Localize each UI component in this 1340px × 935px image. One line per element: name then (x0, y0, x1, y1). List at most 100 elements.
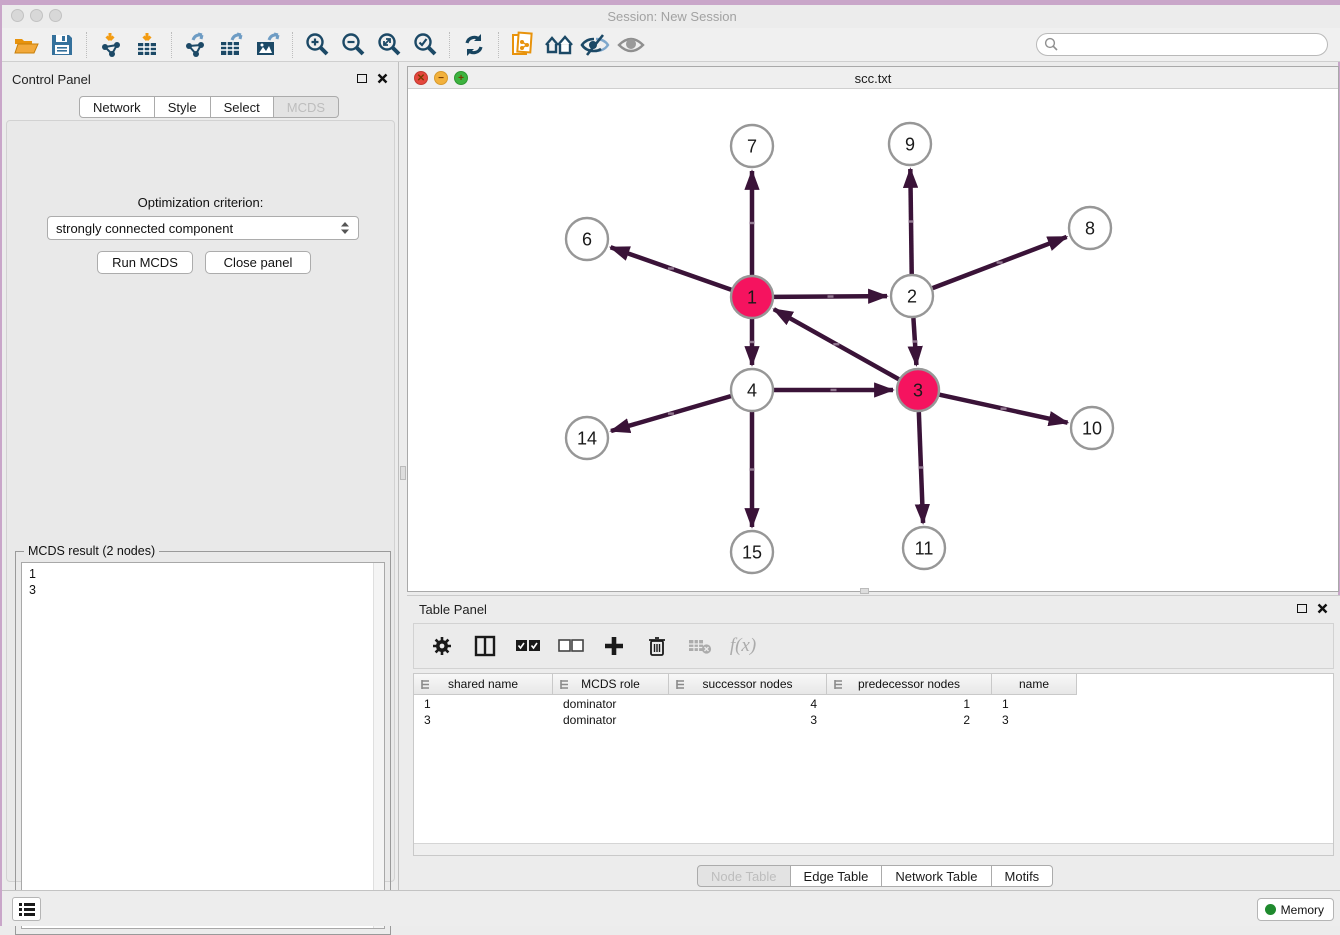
node-table[interactable]: shared name MCDS role successor nodes pr… (413, 673, 1334, 856)
delete-table-button-disabled (686, 632, 714, 660)
cell-mcds-role[interactable]: dominator (553, 696, 669, 712)
float-panel-icon[interactable] (357, 74, 367, 83)
edge-label-mark (908, 220, 914, 222)
graph-node-label-14: 14 (577, 429, 597, 449)
tab-motifs[interactable]: Motifs (992, 865, 1054, 887)
edge-label-mark (749, 341, 755, 343)
close-table-panel-icon[interactable] (1317, 603, 1328, 614)
edge-label-mark (833, 343, 839, 345)
control-panel: Control Panel Network Style Select MCDS … (2, 62, 399, 890)
show-all-button[interactable] (613, 30, 649, 60)
col-header-successor-nodes[interactable]: successor nodes (669, 674, 827, 695)
tab-style[interactable]: Style (155, 96, 211, 118)
export-image-icon (254, 32, 282, 58)
network-canvas[interactable]: 1234678910111415 (408, 89, 1338, 591)
hide-eye-slash-icon (580, 33, 610, 57)
export-network-button[interactable] (178, 30, 214, 60)
close-panel-button[interactable]: Close panel (205, 251, 311, 274)
optimization-criterion-select[interactable]: strongly connected component (47, 216, 359, 240)
cell-name[interactable]: 3 (992, 712, 1077, 728)
col-header-shared-name[interactable]: shared name (414, 674, 553, 695)
network-window-titlebar[interactable]: ✕ − + scc.txt (408, 67, 1338, 89)
toolbar-separator (86, 32, 87, 58)
deselect-all-columns-button[interactable] (557, 632, 585, 660)
export-image-button[interactable] (250, 30, 286, 60)
add-column-button[interactable] (600, 632, 628, 660)
attribute-icon (420, 679, 431, 690)
tab-network-table[interactable]: Network Table (882, 865, 991, 887)
cell-successor-nodes[interactable]: 4 (669, 696, 827, 712)
run-mcds-button[interactable]: Run MCDS (97, 251, 193, 274)
table-settings-button[interactable] (428, 632, 456, 660)
column-layout-button[interactable] (471, 632, 499, 660)
control-panel-tabs: Network Style Select MCDS (79, 96, 339, 118)
import-table-button[interactable] (129, 30, 165, 60)
graph-node-label-10: 10 (1082, 419, 1102, 439)
table-horizontal-scrollbar[interactable] (414, 843, 1333, 855)
graph-node-label-11: 11 (915, 539, 934, 559)
first-neighbors-button[interactable] (541, 30, 577, 60)
cell-mcds-role[interactable]: dominator (553, 712, 669, 728)
open-file-button[interactable] (8, 30, 44, 60)
save-session-button[interactable] (44, 30, 80, 60)
panel-resize-handle[interactable] (400, 466, 406, 480)
graph-node-label-2: 2 (907, 287, 917, 307)
search-input[interactable] (1059, 36, 1327, 54)
save-icon (50, 33, 74, 57)
memory-label: Memory (1281, 903, 1324, 917)
houses-icon (544, 33, 574, 57)
import-table-icon (134, 32, 160, 58)
tab-edge-table[interactable]: Edge Table (791, 865, 883, 887)
cell-name[interactable]: 1 (992, 696, 1077, 712)
tab-network[interactable]: Network (79, 96, 155, 118)
cell-shared-name[interactable]: 3 (414, 712, 553, 728)
memory-button[interactable]: Memory (1257, 898, 1334, 921)
zoom-fit-button[interactable] (371, 30, 407, 60)
task-history-button[interactable] (12, 897, 41, 921)
graph-edges (611, 169, 1068, 527)
table-panel-title: Table Panel (419, 602, 487, 617)
graph-node-label-6: 6 (582, 230, 592, 250)
table-row[interactable]: 1 dominator 4 1 1 (414, 696, 1077, 712)
copy-network-button[interactable] (505, 30, 541, 60)
search-box[interactable] (1036, 33, 1328, 56)
tab-select[interactable]: Select (211, 96, 274, 118)
search-icon (1044, 37, 1059, 52)
export-table-button[interactable] (214, 30, 250, 60)
zoom-selected-button[interactable] (407, 30, 443, 60)
import-network-button[interactable] (93, 30, 129, 60)
mcds-result-group: MCDS result (2 nodes) 1 3 (15, 551, 391, 935)
cell-predecessor-nodes[interactable]: 1 (827, 696, 992, 712)
zoom-in-button[interactable] (299, 30, 335, 60)
select-all-columns-button[interactable] (514, 632, 542, 660)
task-list-icon (18, 902, 36, 917)
mcds-result-area[interactable]: 1 3 (21, 562, 385, 929)
float-table-panel-icon[interactable] (1297, 604, 1307, 613)
toolbar-separator (292, 32, 293, 58)
gear-icon (431, 635, 453, 657)
split-resize-handle[interactable] (860, 588, 869, 594)
edge-label-mark (749, 222, 755, 224)
cell-predecessor-nodes[interactable]: 2 (827, 712, 992, 728)
table-row[interactable]: 3 dominator 3 2 3 (414, 712, 1077, 728)
tab-node-table[interactable]: Node Table (697, 865, 791, 887)
cell-shared-name[interactable]: 1 (414, 696, 553, 712)
zoom-out-button[interactable] (335, 30, 371, 60)
refresh-button[interactable] (456, 30, 492, 60)
edge-label-mark (918, 466, 924, 468)
col-header-mcds-role[interactable]: MCDS role (553, 674, 669, 695)
hide-selected-button[interactable] (577, 30, 613, 60)
network-view-window: ✕ − + scc.txt 1234678910111415 (407, 66, 1339, 592)
fx-icon: f(x) (730, 635, 756, 657)
attribute-icon (675, 679, 686, 690)
col-header-name[interactable]: name (992, 674, 1077, 695)
mcds-result-values: 1 3 (22, 563, 384, 598)
result-scrollbar[interactable] (373, 563, 384, 928)
cell-successor-nodes[interactable]: 3 (669, 712, 827, 728)
tab-mcds[interactable]: MCDS (274, 96, 339, 118)
delete-column-button[interactable] (643, 632, 671, 660)
delete-table-icon (688, 637, 712, 655)
close-panel-icon[interactable] (377, 73, 388, 84)
col-header-predecessor-nodes[interactable]: predecessor nodes (827, 674, 992, 695)
edge-label-mark (749, 468, 755, 470)
